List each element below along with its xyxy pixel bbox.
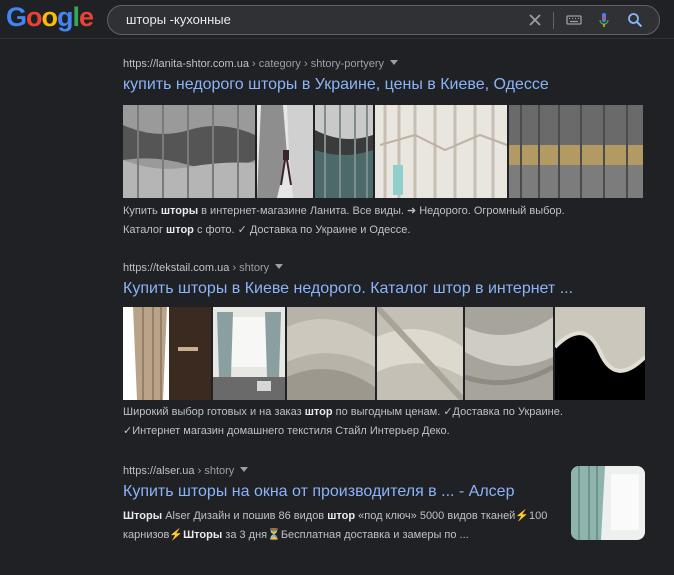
snippet-text: в интернет-магазине Ланита. Все виды. ➜ … <box>198 205 565 217</box>
result-title[interactable]: Купить шторы на окна от производителя в … <box>123 483 514 501</box>
result-url[interactable]: https://lanita-shtor.com.ua › category ›… <box>123 58 549 70</box>
result-thumbnail[interactable] <box>571 466 645 540</box>
search-result-2: https://tekstail.com.ua › shtory Купить … <box>123 262 573 298</box>
snippet-text: «под ключ» 5000 видов тканей⚡100 <box>355 510 548 522</box>
snippet-line: Каталог штор с фото. ✓ Доставка по Украи… <box>123 221 663 240</box>
result-thumbnail[interactable] <box>123 105 255 198</box>
snippet-line: карнизов⚡Шторы за 3 дня⏳Бесплатная доста… <box>123 526 563 545</box>
result-url[interactable]: https://tekstail.com.ua › shtory <box>123 262 573 274</box>
result-thumbnail[interactable] <box>287 307 375 400</box>
snippet-text: ✓Интернет магазин домашнего текстиля Ста… <box>123 425 450 437</box>
snippet-text: Купить <box>123 205 161 217</box>
result-snippet: Купить шторы в интернет-магазине Ланита.… <box>123 202 663 240</box>
result-url[interactable]: https://alser.ua › shtory <box>123 465 514 477</box>
result-thumbnail[interactable] <box>465 307 553 400</box>
snippet-text: за 3 дня⏳Бесплатная доставка и замеры по… <box>222 529 469 541</box>
snippet-text: по выгодным ценам. ✓Доставка по Украине. <box>332 406 563 418</box>
snippet-keyword: Шторы <box>123 510 163 522</box>
snippet-text: Широкий выбор готовых и на заказ <box>123 406 305 418</box>
snippet-text: Каталог <box>123 224 167 236</box>
result-breadcrumb: › category › shtory-portyery <box>248 58 385 70</box>
result-thumbnail[interactable] <box>375 105 507 198</box>
snippet-keyword: штор <box>304 406 333 418</box>
snippet-line: Шторы Alser Дизайн и пошив 86 видов штор… <box>123 507 563 526</box>
logo-letter: o <box>41 2 58 32</box>
header: Google шторы -кухонные <box>0 0 674 39</box>
search-icon[interactable] <box>626 11 644 29</box>
snippet-text: карнизов⚡ <box>123 529 184 541</box>
image-strip-2 <box>123 307 645 400</box>
result-thumbnail[interactable] <box>123 307 211 400</box>
google-logo[interactable]: Google <box>6 2 94 33</box>
chevron-down-icon[interactable] <box>275 264 284 269</box>
result-snippet: Широкий выбор готовых и на заказ штор по… <box>123 403 663 441</box>
snippet-keyword: Шторы <box>183 529 223 541</box>
result-breadcrumb: › shtory <box>229 262 270 274</box>
keyboard-icon[interactable] <box>565 11 583 29</box>
search-divider <box>553 12 554 29</box>
image-strip-1 <box>123 105 643 198</box>
chevron-down-icon[interactable] <box>390 60 399 65</box>
snippet-keyword: штор <box>327 510 356 522</box>
snippet-line: ✓Интернет магазин домашнего текстиля Ста… <box>123 422 663 441</box>
logo-letter: G <box>6 2 27 32</box>
snippet-line: Широкий выбор готовых и на заказ штор по… <box>123 403 663 422</box>
logo-letter: o <box>26 2 42 32</box>
result-thumbnail[interactable] <box>377 307 463 400</box>
logo-letter: g <box>57 2 73 32</box>
snippet-keyword: шторы <box>160 205 199 217</box>
chevron-down-icon[interactable] <box>240 467 249 472</box>
result-thumbnail[interactable] <box>257 105 313 198</box>
result-domain[interactable]: https://tekstail.com.ua <box>123 262 229 274</box>
result-thumbnail[interactable] <box>555 307 645 400</box>
result-domain[interactable]: https://alser.ua <box>123 465 195 477</box>
search-box[interactable]: шторы -кухонные <box>107 5 660 35</box>
result-breadcrumb: › shtory <box>194 465 235 477</box>
result-thumbnail[interactable] <box>509 105 643 198</box>
result-title[interactable]: Купить шторы в Киеве недорого. Каталог ш… <box>123 280 573 298</box>
result-thumbnail[interactable] <box>315 105 373 198</box>
result-snippet: Шторы Alser Дизайн и пошив 86 видов штор… <box>123 507 563 545</box>
snippet-text: Alser Дизайн и пошив 86 видов <box>162 510 328 522</box>
snippet-line: Купить шторы в интернет-магазине Ланита.… <box>123 202 663 221</box>
snippet-keyword: штор <box>166 224 194 236</box>
search-result-1: https://lanita-shtor.com.ua › category ›… <box>123 58 549 94</box>
result-title[interactable]: купить недорого шторы в Украине, цены в … <box>123 76 549 94</box>
mic-icon[interactable] <box>595 11 613 29</box>
snippet-text: с фото. ✓ Доставка по Украине и Одессе. <box>193 224 411 236</box>
logo-letter: e <box>79 2 94 32</box>
search-result-3: https://alser.ua › shtory Купить шторы н… <box>123 465 514 501</box>
result-domain[interactable]: https://lanita-shtor.com.ua <box>123 58 249 70</box>
result-thumbnail[interactable] <box>213 307 285 400</box>
search-input[interactable]: шторы -кухонные <box>126 12 231 27</box>
close-icon[interactable] <box>526 11 544 29</box>
